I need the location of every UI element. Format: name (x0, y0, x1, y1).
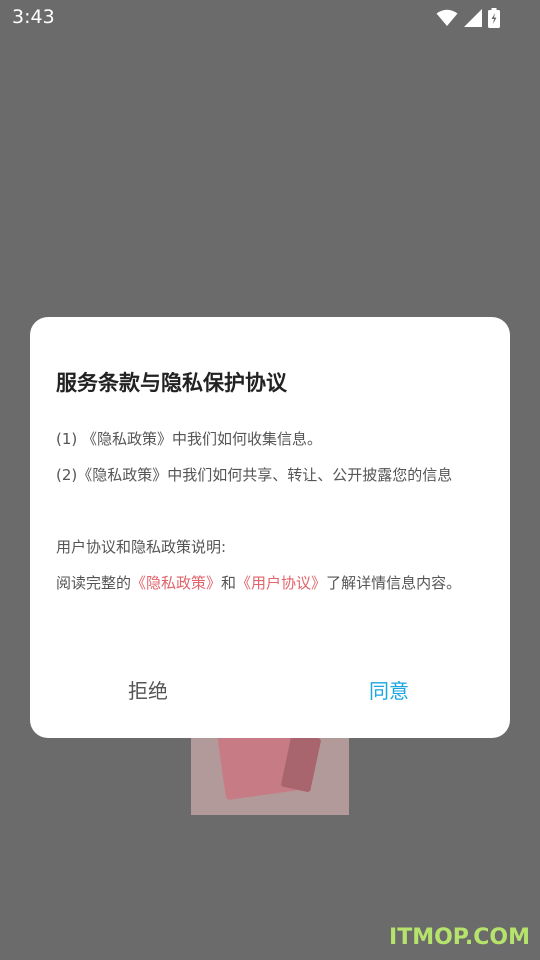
dialog-paragraph: 用户协议和隐私政策说明: (56, 538, 227, 556)
battery-charging-icon (488, 8, 500, 28)
status-bar: 3:43 (0, 0, 540, 36)
dialog-title: 服务条款与隐私保护协议 (56, 371, 287, 395)
dialog-paragraph: (1) 《隐私政策》中我们如何收集信息。 (56, 430, 323, 448)
dialog-paragraph: (2)《隐私政策》中我们如何共享、转让、公开披露您的信息 (56, 466, 453, 484)
read-notice-suffix: 了解详情信息内容。 (326, 574, 462, 592)
status-time: 3:43 (12, 6, 55, 28)
privacy-dialog: 服务条款与隐私保护协议 (1) 《隐私政策》中我们如何收集信息。 (2)《隐私政… (30, 317, 510, 738)
read-notice-conjunction: 和 (221, 574, 237, 592)
agree-button[interactable]: 同意 (369, 675, 409, 704)
signal-icon (464, 9, 482, 27)
user-agreement-link[interactable]: 《用户协议》 (236, 574, 326, 592)
read-notice-prefix: 阅读完整的 (56, 574, 132, 592)
wifi-icon (436, 9, 458, 27)
read-notice: 阅读完整的《隐私政策》和《用户协议》了解详情信息内容。 (56, 574, 486, 593)
background-image (191, 725, 349, 815)
refuse-button[interactable]: 拒绝 (128, 675, 168, 704)
privacy-policy-link[interactable]: 《隐私政策》 (131, 574, 221, 592)
status-icons (436, 8, 500, 28)
watermark: ITMOP.COM (389, 925, 530, 950)
